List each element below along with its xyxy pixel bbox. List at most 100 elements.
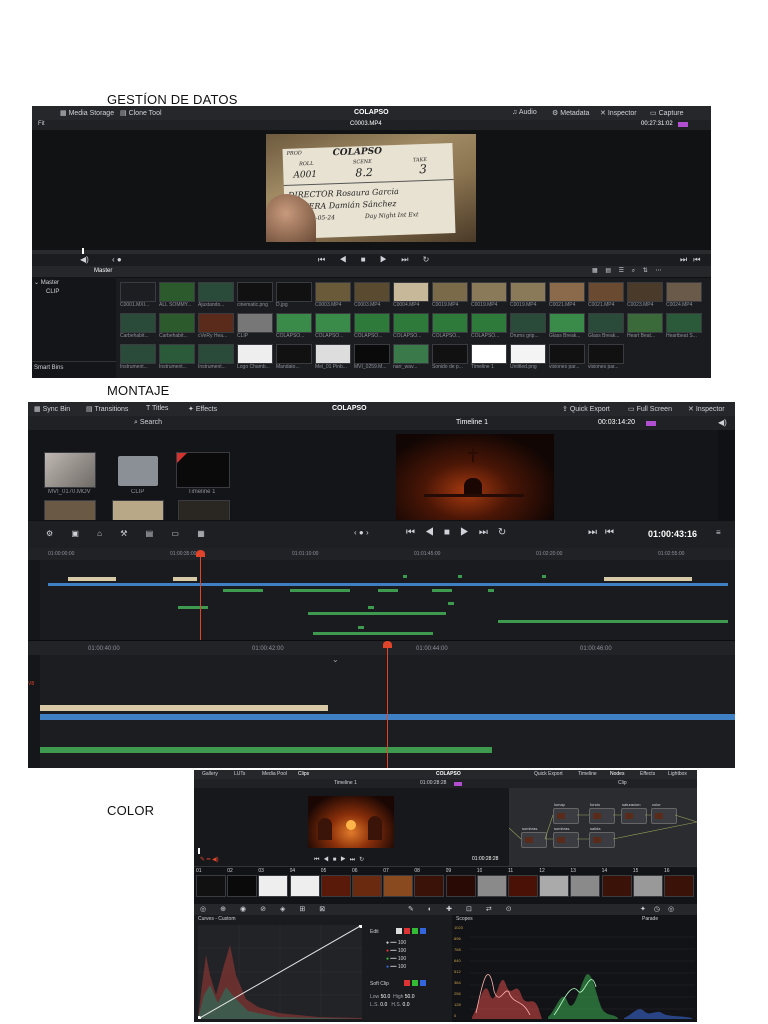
nav-arrows-icon[interactable]: ‹ ● [112, 255, 122, 264]
clip-thumbnail[interactable] [539, 875, 570, 897]
red-swatch[interactable] [404, 928, 410, 934]
media-thumbnail[interactable] [627, 313, 663, 333]
media-thumbnail[interactable] [510, 282, 546, 302]
timeline-name[interactable]: Timeline 1 [334, 780, 357, 786]
media-thumbnail[interactable] [666, 313, 702, 333]
playhead[interactable] [387, 641, 388, 768]
playhead-handle[interactable] [196, 550, 205, 557]
clip-thumbnail[interactable] [227, 875, 258, 897]
timeline-clip[interactable] [604, 577, 692, 581]
media-thumbnail[interactable] [393, 282, 429, 302]
capture-tab[interactable]: ▭ Capture [650, 109, 683, 117]
media-thumbnail[interactable] [159, 282, 195, 302]
media-thumbnail[interactable] [588, 282, 624, 302]
inspector-tab[interactable]: ✕ Inspector [600, 109, 637, 117]
media-thumbnail[interactable] [237, 313, 273, 333]
clip-thumbnail[interactable] [383, 875, 414, 897]
pen-tool-icon[interactable]: ✎ ━ ◀) [200, 856, 219, 863]
media-thumbnail[interactable] [159, 344, 195, 364]
menu-icon[interactable]: ≡ [716, 528, 721, 537]
media-thumbnail[interactable] [315, 344, 351, 364]
media-thumbnail[interactable] [588, 313, 624, 333]
blue-swatch[interactable] [420, 928, 426, 934]
clip-thumbnail[interactable] [601, 875, 632, 897]
timeline-clip[interactable] [378, 589, 398, 592]
timeline-clip[interactable] [178, 606, 208, 609]
timeline-tab[interactable]: Timeline [578, 771, 597, 777]
timeline-clip[interactable] [40, 747, 492, 753]
media-thumbnail[interactable] [159, 313, 195, 333]
node-graph[interactable]: lumap sombras fondo saturacion sombras salida… [509, 788, 697, 866]
gallery-tab[interactable]: Gallery [202, 771, 218, 777]
timeline-clip[interactable] [313, 632, 433, 635]
curves-graph[interactable] [198, 925, 362, 1019]
color-node[interactable]: sombras [553, 826, 579, 848]
bin-thumb[interactable] [44, 500, 96, 522]
transitions-tab[interactable]: ▤ Transitions [86, 405, 128, 413]
bin-clip[interactable]: CLIP [46, 289, 59, 295]
clip-thumbnail[interactable] [196, 875, 226, 897]
timeline-clip[interactable] [403, 575, 407, 578]
timeline-clip[interactable] [40, 705, 328, 711]
playhead-handle[interactable] [383, 641, 392, 648]
timeline-zoomed[interactable]: V8 ⌄ 01:00:40:00 01:00:42:00 01:00:44:00 01… [28, 640, 735, 768]
timeline-clip[interactable] [68, 577, 116, 581]
media-thumbnail[interactable] [120, 313, 156, 333]
media-thumbnail[interactable] [198, 313, 234, 333]
in-out-icon[interactable]: ⏭⏮ [680, 255, 706, 265]
lightbox-tab[interactable]: Lightbox [668, 771, 687, 777]
metadata-tab[interactable]: ⚙ Metadata [552, 109, 589, 117]
in-out-icon[interactable]: ⏭⏮ [588, 527, 622, 538]
media-thumbnail[interactable] [315, 313, 351, 333]
edit-viewer[interactable] [248, 430, 735, 522]
folder-icon[interactable] [118, 456, 158, 486]
color-node[interactable]: fondo [589, 802, 615, 824]
clip-thumbnail[interactable] [508, 875, 538, 897]
flag-icon[interactable] [646, 421, 656, 426]
media-thumbnail[interactable] [393, 344, 429, 364]
effects-tab[interactable]: Effects [640, 771, 655, 777]
timeline-clip[interactable] [48, 583, 728, 586]
media-thumbnail[interactable] [198, 344, 234, 364]
smart-bins[interactable]: Smart Bins [34, 365, 63, 371]
palette-icons[interactable]: ◎⊕◉⊘◈⊞⊠ [200, 905, 339, 913]
media-storage-tab[interactable]: ▦ Media Storage [60, 109, 114, 117]
media-thumbnail[interactable] [315, 282, 351, 302]
clips-tab[interactable]: Clips [298, 771, 309, 777]
timeline-clip[interactable] [223, 589, 263, 592]
timeline-overview[interactable]: 01:00:00:00 01:00:35:00 01:01:10:00 01:01:4… [28, 548, 735, 640]
timeline-clip[interactable] [448, 602, 454, 605]
parade-dropdown[interactable]: Parade [642, 916, 658, 922]
timeline-clip[interactable] [358, 626, 364, 629]
flag-icon[interactable] [678, 122, 688, 127]
media-thumbnail[interactable] [276, 282, 312, 302]
edit-tools-icon[interactable]: ⚙ ▣ ⌂ ⚒ ▤ ▭ ▦ [46, 529, 213, 538]
fit-dropdown[interactable]: Fit [38, 121, 45, 127]
audio-icon[interactable]: ◀) [80, 255, 89, 264]
clip-thumbnail[interactable] [476, 875, 507, 897]
color-node[interactable]: sombras [521, 826, 547, 848]
media-thumbnail[interactable] [471, 313, 507, 333]
clip-thumbnail[interactable] [352, 875, 382, 897]
media-thumbnail[interactable] [393, 313, 429, 333]
clip-thumbnail[interactable] [258, 875, 289, 897]
media-thumbnail[interactable] [549, 344, 585, 364]
nodes-tab[interactable]: Nodes [610, 771, 624, 777]
media-thumbnail[interactable] [276, 313, 312, 333]
media-thumbnail[interactable] [354, 282, 390, 302]
clip-thumbnail[interactable] [570, 875, 601, 897]
effects-tab[interactable]: ✦ Effects [188, 405, 217, 413]
transport-controls-icon[interactable]: ⏮◀■▶⏭↻ [314, 856, 368, 864]
clip-thumbnail[interactable] [414, 875, 445, 897]
titles-tab[interactable]: T Titles [146, 405, 168, 412]
color-node[interactable]: color [651, 802, 677, 824]
timeline-clip[interactable] [368, 606, 374, 609]
bin-thumb-mvi[interactable] [44, 452, 96, 488]
media-pool-tab[interactable]: Media Pool [262, 771, 287, 777]
timeline-clip[interactable] [173, 577, 197, 581]
media-thumbnail[interactable] [471, 282, 507, 302]
media-thumbnail[interactable] [510, 313, 546, 333]
quick-export-tab[interactable]: Quick Export [534, 771, 563, 777]
transport-controls-icon[interactable]: ⏮◀■▶⏭↻ [406, 527, 516, 538]
color-node[interactable]: salida [589, 826, 615, 848]
